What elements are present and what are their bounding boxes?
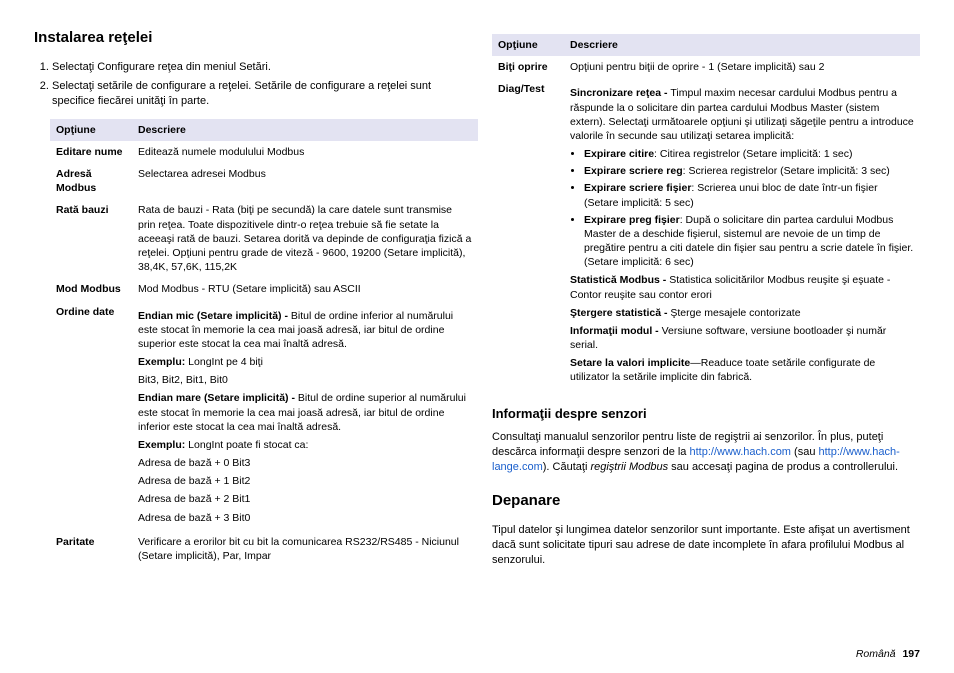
- addr-line-3: Adresa de bază + 3 Bit0: [138, 511, 472, 525]
- options-table-left: Opţiune Descriere Editare nume Editează …: [50, 119, 478, 567]
- addr-line-1: Adresa de bază + 1 Bit2: [138, 474, 472, 488]
- heading-senzori: Informaţii despre senzori: [492, 405, 920, 423]
- addr-line-0: Adresa de bază + 0 Bit3: [138, 456, 472, 470]
- endian-mic-label: Endian mic (Setare implicită) -: [138, 310, 291, 322]
- col-descriere: Descriere: [564, 34, 920, 56]
- cell-val: Sincronizare reţea - Timpul maxim necesa…: [564, 78, 920, 390]
- cell-val: Endian mic (Setare implicită) - Bitul de…: [132, 301, 478, 531]
- cell-val: Editează numele modulului Modbus: [132, 141, 478, 163]
- stat-label: Statistică Modbus -: [570, 274, 669, 286]
- cell-val: Selectarea adresei Modbus: [132, 163, 478, 199]
- col-optiune: Opţiune: [50, 119, 132, 141]
- exemplu-label: Exemplu:: [138, 356, 185, 368]
- bullet-item: Expirare scriere reg: Scrierea registrel…: [584, 164, 914, 178]
- left-column: Instalarea reţelei Selectaţi Configurare…: [34, 28, 462, 573]
- cell-key: Adresă Modbus: [50, 163, 132, 199]
- row-biti-oprire: Biţi oprire Opţiuni pentru biţii de opri…: [492, 56, 920, 78]
- cell-val: Opţiuni pentru biţii de oprire - 1 (Seta…: [564, 56, 920, 78]
- exemplu2-label: Exemplu:: [138, 439, 185, 451]
- reset-label: Setare la valori implicite: [570, 357, 690, 369]
- cell-key: Ordine date: [50, 301, 132, 531]
- row-paritate: Paritate Verificare a erorilor bit cu bi…: [50, 531, 478, 567]
- row-rata-bauzi: Rată bauzi Rata de bauzi - Rata (biţi pe…: [50, 199, 478, 278]
- document-page: Instalarea reţelei Selectaţi Configurare…: [0, 0, 954, 673]
- options-table-right: Opţiune Descriere Biţi oprire Opţiuni pe…: [492, 34, 920, 391]
- row-mod-modbus: Mod Modbus Mod Modbus - RTU (Setare impl…: [50, 278, 478, 300]
- cell-val: Rata de bauzi - Rata (biţi pe secundă) l…: [132, 199, 478, 278]
- heading-instalarea: Instalarea reţelei: [34, 28, 462, 48]
- bullet-item: Expirare citire: Citirea registrelor (Se…: [584, 147, 914, 161]
- col-descriere: Descriere: [132, 119, 478, 141]
- page-footer: Română 197: [856, 647, 920, 661]
- step-1: Selectaţi Configurare reţea din meniul S…: [52, 60, 462, 75]
- two-column-layout: Instalarea reţelei Selectaţi Configurare…: [34, 28, 920, 573]
- cell-val: Verificare a erorilor bit cu bit la comu…: [132, 531, 478, 567]
- sync-label: Sincronizare reţea -: [570, 87, 670, 99]
- bullet-item: Expirare scriere fişier: Scrierea unui b…: [584, 181, 914, 209]
- right-column: Opţiune Descriere Biţi oprire Opţiuni pe…: [492, 28, 920, 573]
- col-optiune: Opţiune: [492, 34, 564, 56]
- table-header-row: Opţiune Descriere: [50, 119, 478, 141]
- install-steps: Selectaţi Configurare reţea din meniul S…: [34, 60, 462, 109]
- cell-key: Editare nume: [50, 141, 132, 163]
- cell-key: Biţi oprire: [492, 56, 564, 78]
- registrii-em: regiştrii Modbus: [590, 461, 668, 473]
- heading-depanare: Depanare: [492, 491, 920, 511]
- exemplu-text: LongInt pe 4 biţi: [185, 356, 263, 368]
- row-adresa-modbus: Adresă Modbus Selectarea adresei Modbus: [50, 163, 478, 199]
- cell-key: Mod Modbus: [50, 278, 132, 300]
- diag-bullets: Expirare citire: Citirea registrelor (Se…: [584, 147, 914, 269]
- cell-key: Rată bauzi: [50, 199, 132, 278]
- link-hach[interactable]: http://www.hach.com: [689, 446, 791, 458]
- exemplu2-text: LongInt poate fi stocat ca:: [185, 439, 308, 451]
- addr-line-2: Adresa de bază + 2 Bit1: [138, 492, 472, 506]
- endian-mare-label: Endian mare (Setare implicită) -: [138, 392, 298, 404]
- row-editare-nume: Editare nume Editează numele modulului M…: [50, 141, 478, 163]
- bullet-item: Expirare preg fişier: După o solicitare …: [584, 213, 914, 270]
- sterg-text: Şterge mesajele contorizate: [670, 307, 800, 319]
- footer-page-number: 197: [902, 648, 920, 660]
- footer-language: Română: [856, 648, 896, 660]
- cell-val: Mod Modbus - RTU (Setare implicită) sau …: [132, 278, 478, 300]
- sterg-label: Ştergere statistică -: [570, 307, 670, 319]
- table-header-row: Opţiune Descriere: [492, 34, 920, 56]
- bits-line: Bit3, Bit2, Bit1, Bit0: [138, 373, 472, 387]
- info-label: Informaţii modul -: [570, 325, 662, 337]
- senzori-para: Consultaţi manualul senzorilor pentru li…: [492, 430, 920, 475]
- row-ordine-date: Ordine date Endian mic (Setare implicită…: [50, 301, 478, 531]
- depanare-para: Tipul datelor şi lungimea datelor senzor…: [492, 523, 920, 568]
- row-diag-test: Diag/Test Sincronizare reţea - Timpul ma…: [492, 78, 920, 390]
- step-2: Selectaţi setările de configurare a reţe…: [52, 79, 462, 109]
- cell-key: Diag/Test: [492, 78, 564, 390]
- cell-key: Paritate: [50, 531, 132, 567]
